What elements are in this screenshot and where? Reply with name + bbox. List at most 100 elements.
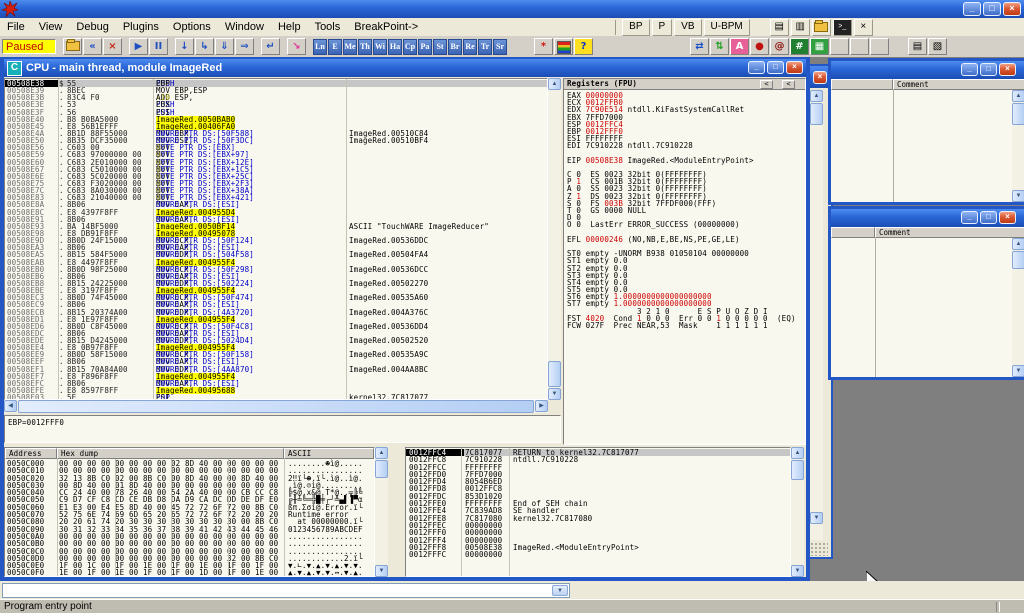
disasm-row[interactable]: 00508ED6.8B0D C8F45000MOV ECX,DWORD PTR … — [5, 323, 547, 330]
pane-button-tr[interactable]: Tr — [478, 39, 492, 55]
open-file-button[interactable] — [63, 38, 82, 55]
go-to-button[interactable]: ↘ — [287, 38, 306, 55]
dump-header-hex[interactable]: Hex dump — [57, 448, 284, 459]
command-combobox[interactable]: ▼ — [2, 583, 570, 598]
registers-header[interactable]: Registers (FPU) < < — [564, 79, 805, 90]
cpu-close-button[interactable]: × — [786, 61, 803, 74]
cpu-window-titlebar[interactable]: C CPU - main thread, module ImageRed _ □… — [4, 59, 806, 77]
menu-help[interactable]: Help — [271, 20, 308, 34]
pane-button-sr[interactable]: Sr — [493, 39, 507, 55]
pane-button-me[interactable]: Me — [343, 39, 357, 55]
run-button[interactable]: ▶ — [129, 38, 148, 55]
disasm-row[interactable]: 00508E38$55PUSH EBP — [5, 80, 547, 87]
disasm-row[interactable]: 00508E3B.83C4 F0ADD ESP,-10 — [5, 94, 547, 101]
comment-window-1-restore-button[interactable]: □ — [980, 63, 997, 76]
options-button[interactable]: * — [534, 38, 553, 55]
disasm-row[interactable]: 00508EB0.8B0D 98F25000MOV ECX,DWORD PTR … — [5, 266, 547, 273]
main-titlebar[interactable]: _ □ × — [0, 0, 1024, 18]
comment-window-1-titlebar[interactable]: _ □ × — [831, 61, 1024, 79]
pane-button-pa[interactable]: Pa — [418, 39, 432, 55]
comment-window-2-minimize-button[interactable]: _ — [961, 211, 978, 224]
folder-icon[interactable] — [812, 19, 831, 36]
stack-row[interactable]: 0012FFE0FFFFFFFFEnd of SEH chain — [406, 500, 790, 507]
dump-header-address[interactable]: Address — [5, 448, 57, 459]
stack-row[interactable]: 0012FFCCFFFFFFFF — [406, 464, 790, 471]
menu-view[interactable]: View — [32, 20, 70, 34]
comment-window-2-scrollbar[interactable]: ▲ ▼ — [1012, 238, 1024, 377]
disassembly-vscrollbar[interactable]: ▲ ▼ — [548, 78, 561, 400]
stack-row[interactable]: 0012FFD48054B6ED — [406, 478, 790, 485]
disasm-row[interactable]: 00508E83.C683 21040000 00MOV BYTE PTR DS… — [5, 194, 547, 201]
background-window-scrollbar[interactable]: ▲ ▼ — [810, 90, 823, 540]
disasm-row[interactable]: 00508EE9.8B0D 58F15000MOV ECX,DWORD PTR … — [5, 351, 547, 358]
register-line[interactable]: EFL 00000246 (NO,NB,E,BE,NS,PE,GE,LE) — [564, 236, 805, 243]
pane-button-e[interactable]: E — [328, 39, 342, 55]
notepad-icon[interactable]: ▤ — [770, 19, 789, 36]
pane-button-cp[interactable]: Cp — [403, 39, 417, 55]
window-button[interactable]: ▦ — [810, 38, 829, 55]
close-program-button[interactable]: × — [103, 38, 122, 55]
comment-window-1-col1[interactable] — [831, 79, 893, 90]
register-line[interactable]: EDI 7C910228 ntdll.7C910228 — [564, 142, 805, 149]
stack-row[interactable]: 0012FFE47C839AD8SE handler — [406, 507, 790, 514]
disasm-row[interactable]: 00508E8C.E8 4397F8FFCALL ImageRed.004955… — [5, 209, 547, 216]
spiral-button[interactable]: @ — [770, 38, 789, 55]
dump-header-ascii[interactable]: ASCII — [284, 448, 374, 459]
pause-button[interactable]: II — [149, 38, 168, 55]
background-window-close-button[interactable]: × — [813, 71, 827, 84]
comment-window-1-minimize-button[interactable]: _ — [961, 63, 978, 76]
dump-header[interactable]: Address Hex dump ASCII — [5, 448, 374, 459]
pane-button-br[interactable]: Br — [448, 39, 462, 55]
close-button[interactable]: × — [1003, 2, 1021, 16]
stack-pane[interactable]: 0012FFC47C817077RETURN to kernel32.7C817… — [405, 447, 791, 577]
stack-row[interactable]: 0012FFF000000000 — [406, 529, 790, 536]
animate-over-button[interactable]: ⇒ — [235, 38, 254, 55]
blank-button-2[interactable] — [850, 38, 869, 55]
comment-window-1-scrollbar[interactable]: ▲ ▼ — [1012, 90, 1024, 202]
stack-row[interactable]: 0012FFC47C817077RETURN to kernel32.7C817… — [406, 449, 790, 456]
record-button[interactable]: ● — [750, 38, 769, 55]
disasm-row[interactable]: 00508EC3.8B0D 74F45000MOV ECX,DWORD PTR … — [5, 294, 547, 301]
stack-row[interactable]: 0012FFE87C817080kernel32.7C817080 — [406, 515, 790, 522]
comment-window-1-body[interactable]: ▲ ▼ — [831, 90, 1024, 202]
disassembly-hscrollbar[interactable]: ◀ ▶ — [4, 400, 548, 413]
comment-window-2-titlebar[interactable]: _ □ × — [831, 209, 1024, 227]
dump-vscrollbar[interactable]: ▲ ▼ — [375, 447, 388, 577]
appearance-button[interactable] — [554, 38, 573, 55]
step-into-button[interactable]: ↓ — [175, 38, 194, 55]
menu-options[interactable]: Options — [166, 20, 218, 34]
maximize-button[interactable]: □ — [983, 2, 1001, 16]
stack-row[interactable]: 0012FFF800508E38ImageRed.<ModuleEntryPoi… — [406, 544, 790, 551]
menu-button-u-bpm[interactable]: U-BPM — [704, 19, 750, 36]
pane-button-ln[interactable]: Ln — [313, 39, 327, 55]
stack-vscrollbar[interactable]: ▲ ▼ — [791, 447, 804, 577]
comment-window-2-body[interactable]: ▲ ▼ — [831, 238, 1024, 377]
menu-button-p[interactable]: P — [652, 19, 673, 36]
swap-button[interactable]: ⇄ — [690, 38, 709, 55]
dump-pane[interactable]: Address Hex dump ASCII 0050C00000 00 00 … — [4, 447, 375, 577]
comment-window-1-comment-header[interactable]: Comment — [893, 79, 1024, 90]
layout-marks-button[interactable]: ▧ — [928, 38, 947, 55]
stack-row[interactable]: 0012FFEC00000000 — [406, 522, 790, 529]
menu-button-vb[interactable]: VB — [674, 19, 701, 36]
cpu-minimize-button[interactable]: _ — [748, 61, 765, 74]
pane-button-re[interactable]: Re — [463, 39, 477, 55]
comment-window-2-col1[interactable] — [831, 227, 875, 238]
register-line[interactable]: T 0 GS 0000 NULL — [564, 207, 805, 214]
menu-file[interactable]: File — [0, 20, 32, 34]
menu-plugins[interactable]: Plugins — [116, 20, 166, 34]
disassembly-pane[interactable]: 00508E38$55PUSH EBP00508E39.8BECMOV EBP,… — [4, 78, 548, 400]
blank-button-3[interactable] — [870, 38, 889, 55]
log-icon[interactable]: ▥ — [791, 19, 810, 36]
assemble-button[interactable]: A — [730, 38, 749, 55]
stack-row[interactable]: 0012FFD80012FFC8 — [406, 485, 790, 492]
pane-button-st[interactable]: St — [433, 39, 447, 55]
restart-button[interactable]: « — [83, 38, 102, 55]
animate-into-button[interactable]: ⇓ — [215, 38, 234, 55]
stack-row[interactable]: 0012FFDC853D1020 — [406, 493, 790, 500]
resize-grip[interactable] — [810, 542, 828, 556]
close-toolbar-icon[interactable]: × — [854, 19, 873, 36]
command-dropdown-button[interactable]: ▼ — [552, 585, 568, 596]
disasm-row[interactable]: 00508E9D.8B0D 24F15000MOV ECX,DWORD PTR … — [5, 237, 547, 244]
register-line[interactable]: O 0 LastErr ERROR_SUCCESS (00000000) — [564, 221, 805, 228]
